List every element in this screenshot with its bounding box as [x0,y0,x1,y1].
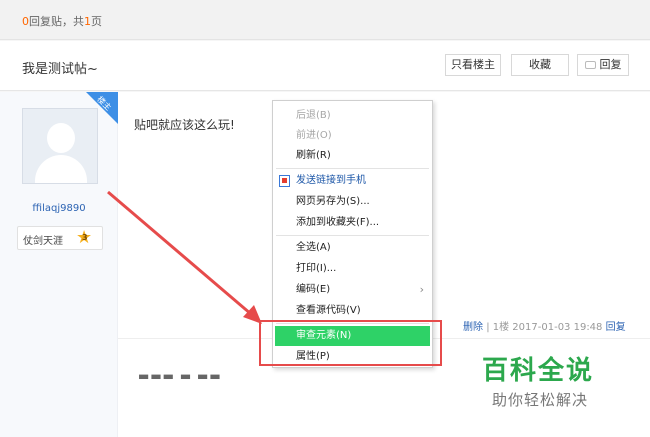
menu-item-encoding[interactable]: 编码(E) › [273,280,432,300]
menu-item-back[interactable]: 后退(B) [273,106,432,126]
thread-summary-bar: 0回复贴，共1页 [0,0,650,40]
delete-link[interactable]: 删除 [463,322,483,333]
rank-badge[interactable]: 仗剑天涯 ★ 3 [17,226,103,250]
menu-item-save-as[interactable]: 网页另存为(S)... [273,192,432,212]
annotation-highlight-box [259,320,442,366]
avatar-head-shape [47,123,75,153]
post-content: 贴吧就应该这么玩! [134,118,235,132]
menu-item-select-all[interactable]: 全选(A) [273,238,432,258]
favorite-button[interactable]: 收藏 [511,54,569,76]
watermark-subtitle: 助你轻松解决 [492,391,589,409]
menu-item-add-favorite[interactable]: 添加到收藏夹(F)... [273,213,432,233]
watermark-title: 百科全说 [482,356,595,386]
menu-separator [276,235,429,236]
menu-item-print[interactable]: 打印(I)... [273,259,432,279]
rank-level: 3 [82,233,88,242]
reply-summary: 0回复贴，共1页 [22,13,102,29]
owner-badge: 楼主 [86,92,118,124]
post-meta: 删除 | 1楼 2017-01-03 19:48 回复 [463,318,626,333]
blurred-content: ▬▬▬ ▬ ▬▬ [138,369,222,383]
menu-item-view-source[interactable]: 查看源代码(V) [273,301,432,321]
thread-title: 我是测试帖~ [22,62,98,77]
rank-title: 仗剑天涯 [23,236,63,247]
floor-number: | 1楼 [486,322,510,333]
reply-label: 回复贴，共 [29,15,84,28]
page-count: 1 [84,15,91,28]
reply-count: 0 [22,15,29,28]
menu-item-refresh[interactable]: 刷新(R) [273,146,432,166]
phone-icon [279,175,290,187]
menu-separator [276,168,429,169]
reply-button-label: 回复 [599,58,622,71]
thread-title-bar: 我是测试帖~ 只看楼主 收藏 回复 [0,41,650,91]
menu-item-forward[interactable]: 前进(O) [273,126,432,146]
page-label: 页 [91,15,102,28]
author-panel: 楼主 ffilaqj9890 仗剑天涯 ★ 3 [0,92,118,437]
post-timestamp: 2017-01-03 19:48 [512,322,603,333]
reply-button[interactable]: 回复 [577,54,629,76]
author-username[interactable]: ffilaqj9890 [0,203,118,214]
chevron-right-icon: › [419,283,424,296]
watermark: 百科全说 助你轻松解决 [482,350,612,410]
only-owner-button[interactable]: 只看楼主 [445,54,501,76]
menu-item-send-to-phone[interactable]: 发送链接到手机 [273,171,432,191]
post-reply-link[interactable]: 回复 [606,322,626,333]
menu-item-encoding-label: 编码(E) [296,284,331,295]
menu-item-send-to-phone-label: 发送链接到手机 [296,175,366,186]
avatar-body-shape [35,155,87,183]
comment-icon [584,61,596,69]
